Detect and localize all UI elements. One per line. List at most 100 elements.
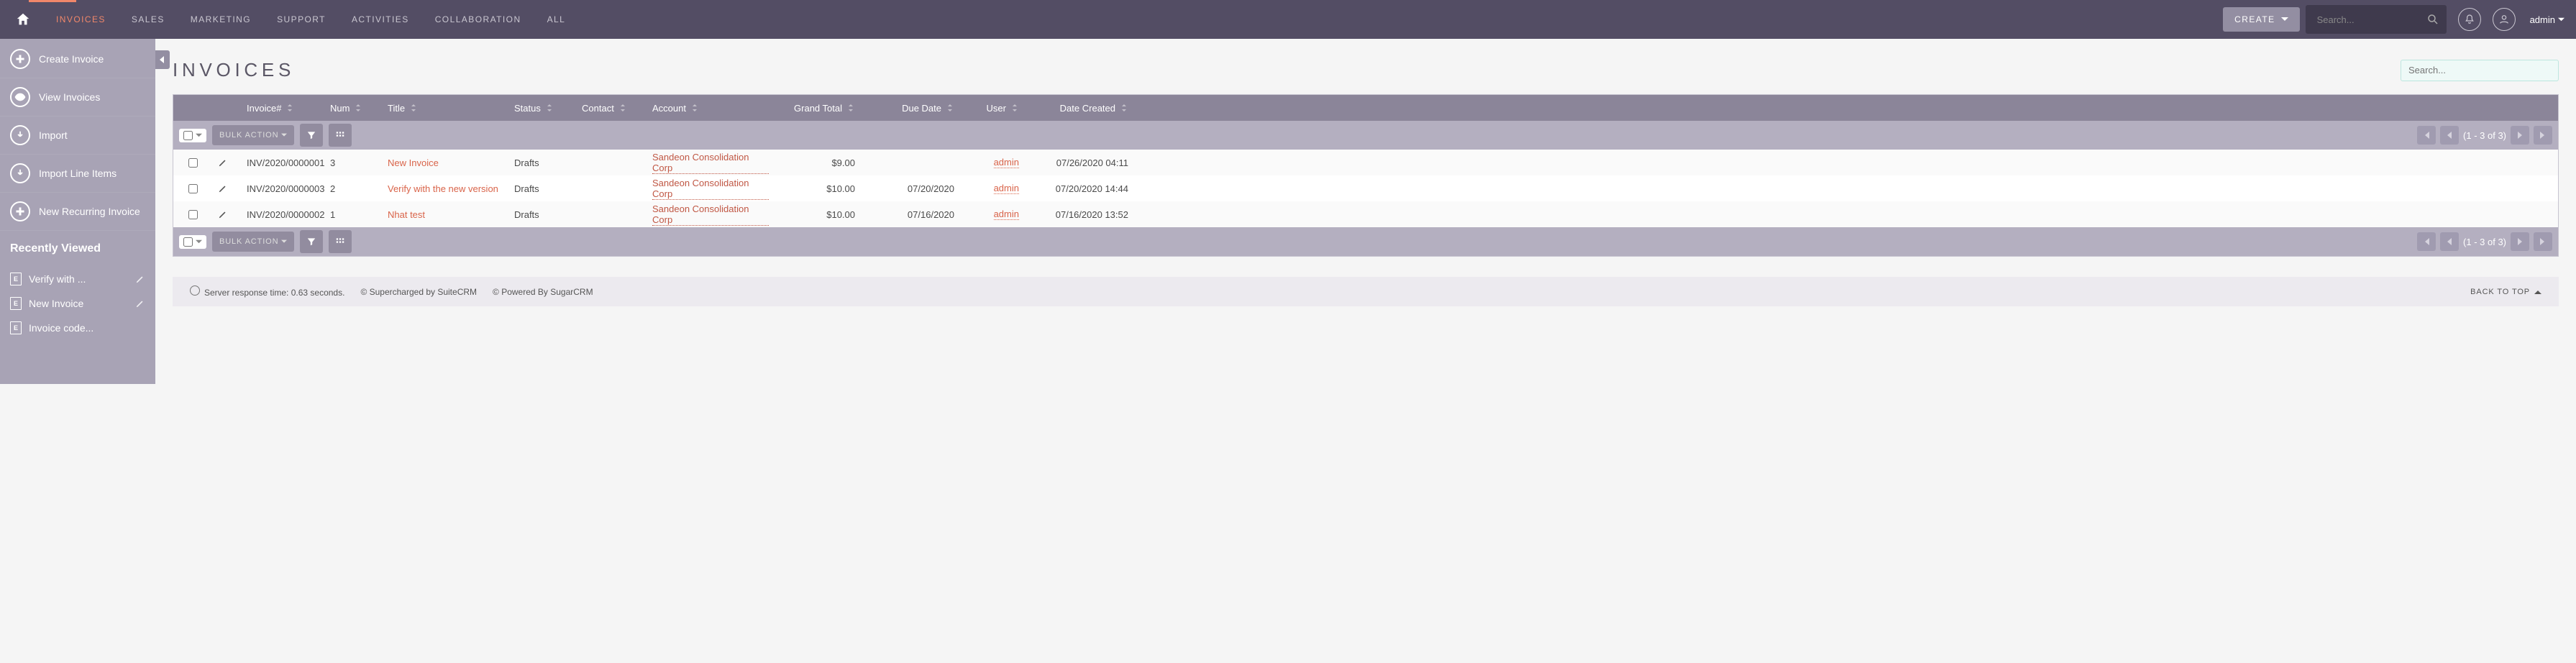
caret-down-icon	[2558, 17, 2564, 23]
row-checkbox[interactable]	[188, 184, 198, 193]
table-row: INV/2020/00000032 Verify with the new ver…	[173, 175, 2558, 201]
home-icon	[15, 12, 31, 27]
columns-button[interactable]	[329, 230, 352, 253]
recent-heading: Recently Viewed	[0, 231, 155, 267]
recent-item[interactable]: EVerify with ...	[0, 267, 155, 291]
row-checkbox[interactable]	[188, 158, 198, 168]
cell-account-link[interactable]: Sandeon Consolidation Corp	[652, 204, 769, 226]
profile-button[interactable]	[2493, 8, 2516, 31]
cell-account-link[interactable]: Sandeon Consolidation Corp	[652, 152, 769, 174]
select-all-checkbox[interactable]	[183, 237, 193, 247]
col-header[interactable]: Num	[324, 103, 382, 114]
main: INVOICES Invoice#NumTitleStatusContactAc…	[155, 39, 2576, 384]
columns-icon	[335, 130, 345, 140]
select-all-checkbox[interactable]	[183, 131, 193, 140]
cell-total: $10.00	[775, 183, 861, 194]
nav-item-marketing[interactable]: MARKETING	[178, 0, 264, 39]
recent-item[interactable]: EInvoice code...	[0, 316, 155, 340]
col-header[interactable]: User	[960, 103, 1025, 114]
cell-title-link[interactable]: Nhat test	[388, 209, 425, 220]
global-search-input[interactable]	[2306, 5, 2447, 34]
col-header[interactable]: Invoice#	[241, 103, 324, 114]
col-header[interactable]: Account	[647, 103, 775, 114]
filter-button[interactable]	[300, 230, 323, 253]
triangle-left-icon	[159, 56, 166, 63]
nav-item-activities[interactable]: ACTIVITIES	[339, 0, 422, 39]
cell-due: 07/20/2020	[861, 183, 960, 194]
col-header[interactable]: Contact	[576, 103, 647, 114]
table-toolbar-bottom: BULK ACTION(1 - 3 of 3)	[173, 227, 2558, 256]
table-header: Invoice#NumTitleStatusContactAccountGran…	[173, 95, 2558, 121]
nav-item-collaboration[interactable]: COLLABORATION	[422, 0, 534, 39]
cell-user-link[interactable]: admin	[994, 157, 1019, 168]
col-header[interactable]: Status	[508, 103, 576, 114]
back-to-top[interactable]: BACK TO TOP	[2470, 288, 2541, 296]
plus-icon	[10, 49, 30, 69]
pencil-icon[interactable]	[218, 157, 228, 168]
page-prev[interactable]	[2440, 126, 2459, 145]
col-header[interactable]: Title	[382, 103, 508, 114]
sidebar-create-invoice[interactable]: Create Invoice	[0, 40, 155, 78]
bell-icon	[2464, 14, 2475, 25]
top-nav-right: CREATE admin	[2223, 5, 2564, 34]
table-row: INV/2020/00000021Nhat testDraftsSandeon …	[173, 201, 2558, 227]
sort-icon	[946, 104, 954, 112]
pencil-icon[interactable]	[218, 209, 228, 219]
sort-icon	[1120, 104, 1128, 112]
page-last[interactable]	[2534, 232, 2552, 251]
sidebar-import[interactable]: Import	[0, 116, 155, 155]
cell-date: 07/16/2020 13:52	[1025, 209, 1134, 220]
page-first[interactable]	[2417, 126, 2436, 145]
create-button[interactable]: CREATE	[2223, 7, 2299, 32]
pencil-icon[interactable]	[218, 183, 228, 193]
cell-account-link[interactable]: Sandeon Consolidation Corp	[652, 178, 769, 200]
page-last[interactable]	[2534, 126, 2552, 145]
cell-date: 07/26/2020 04:11	[1025, 157, 1134, 168]
cell-title-link[interactable]: Verify with the new version	[388, 183, 498, 194]
sidebar-new-recurring-invoice[interactable]: New Recurring Invoice	[0, 193, 155, 231]
select-all[interactable]	[179, 129, 206, 142]
bulk-action-button[interactable]: BULK ACTION	[212, 125, 294, 145]
cell-total: $9.00	[775, 157, 861, 168]
page-prev[interactable]	[2440, 232, 2459, 251]
filter-button[interactable]	[300, 124, 323, 147]
cell-invoice: INV/2020/0000003	[241, 183, 324, 194]
select-all[interactable]	[179, 235, 206, 249]
notifications-button[interactable]	[2458, 8, 2481, 31]
table-toolbar-top: BULK ACTION (1 - 3 of 3)	[173, 121, 2558, 150]
plus-icon	[10, 201, 30, 221]
sidebar-view-invoices[interactable]: View Invoices	[0, 78, 155, 116]
cell-title-link[interactable]: New Invoice	[388, 157, 439, 168]
module-search-input[interactable]	[2401, 60, 2559, 81]
nav-item-sales[interactable]: SALES	[119, 0, 178, 39]
cell-user-link[interactable]: admin	[994, 209, 1019, 220]
page-next[interactable]	[2511, 232, 2529, 251]
nav-item-invoices[interactable]: INVOICES	[43, 0, 119, 39]
pager: (1 - 3 of 3)	[2417, 126, 2552, 145]
nav-item-support[interactable]: SUPPORT	[264, 0, 339, 39]
cell-num: 2	[324, 183, 382, 194]
cell-status: Drafts	[508, 157, 576, 168]
sidebar-import-line-items[interactable]: Import Line Items	[0, 155, 155, 193]
bulk-action-button[interactable]: BULK ACTION	[212, 232, 294, 252]
col-header[interactable]: Date Created	[1025, 103, 1134, 114]
page-next[interactable]	[2511, 126, 2529, 145]
sort-icon	[1010, 104, 1019, 112]
nav-item-all[interactable]: ALL	[534, 0, 579, 39]
col-header[interactable]: Due Date	[861, 103, 960, 114]
sidebar-collapse[interactable]	[155, 50, 170, 69]
col-header[interactable]: Grand Total	[775, 103, 861, 114]
page-first[interactable]	[2417, 232, 2436, 251]
table-row: INV/2020/00000013New InvoiceDraftsSandeo…	[173, 150, 2558, 175]
user-menu[interactable]: admin	[2530, 14, 2564, 25]
cell-date: 07/20/2020 14:44	[1025, 183, 1134, 194]
home-button[interactable]	[12, 8, 35, 31]
caret-down-icon	[281, 239, 287, 244]
cell-num: 1	[324, 209, 382, 220]
columns-button[interactable]	[329, 124, 352, 147]
cell-user-link[interactable]: admin	[994, 183, 1019, 194]
row-checkbox[interactable]	[188, 210, 198, 219]
cell-num: 3	[324, 157, 382, 168]
sort-icon	[618, 104, 627, 112]
recent-item[interactable]: ENew Invoice	[0, 291, 155, 316]
